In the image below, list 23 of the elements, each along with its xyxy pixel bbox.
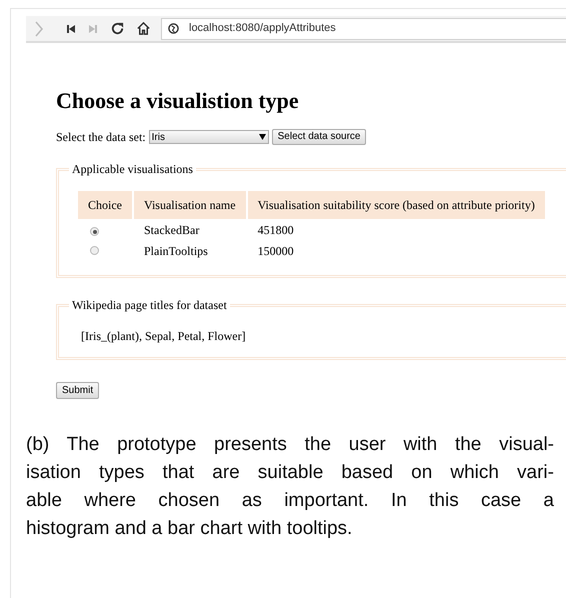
radio-button[interactable] <box>90 246 99 254</box>
column-header: Visualisation name <box>134 191 246 219</box>
page-heading: Choose a visualistion type <box>56 88 300 114</box>
globe-icon <box>168 23 179 34</box>
column-header: Choice <box>78 191 132 219</box>
skip-back-icon[interactable] <box>66 24 76 34</box>
page-titles-text: [Iris_(plant), Sepal, Petal, Flower] <box>81 328 246 345</box>
submit-button[interactable]: Submit <box>56 382 100 399</box>
home-icon[interactable] <box>136 21 151 36</box>
table-cell-text: 150000 <box>256 242 295 260</box>
column-header: Visualisation suitability score (based on attribute priority) <box>248 191 545 219</box>
figure-caption: (b) The prototype presents the user with the visual- isation types that are suitable based on which vari- able where chosen as important. In this case a histogram and a bar chart with tooltips. <box>26 433 554 541</box>
table-cell-text: 451800 <box>256 222 295 238</box>
dataset-dropdown[interactable]: Iris <box>148 130 269 144</box>
radio-button[interactable] <box>90 227 99 236</box>
reload-icon[interactable] <box>110 21 125 36</box>
select-source-button[interactable]: Select data source <box>272 129 366 145</box>
dropdown-arrow-icon <box>258 134 266 140</box>
url-text: localhost:8080/applyAttributes <box>189 21 336 36</box>
dataset-label: Select the data set: <box>56 129 146 146</box>
address-bar[interactable]: localhost:8080/applyAttributes <box>161 18 566 40</box>
table-cell-text: StackedBar <box>143 222 200 238</box>
table-cell-text: PlainTooltips <box>143 242 209 260</box>
